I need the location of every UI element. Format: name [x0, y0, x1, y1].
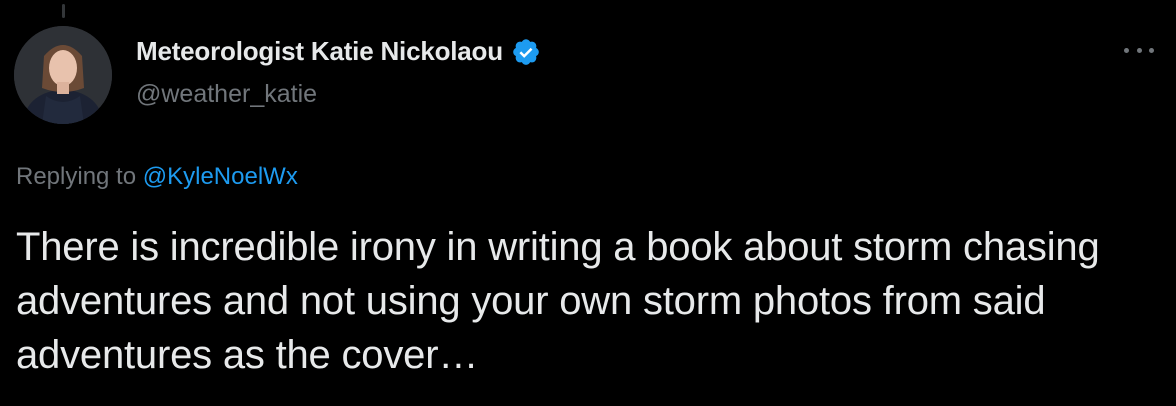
more-dot [1149, 47, 1154, 53]
avatar[interactable] [14, 26, 112, 124]
thread-connector-line [62, 4, 65, 18]
author-name-row: Meteorologist Katie Nickolaou [136, 36, 541, 67]
more-dot [1136, 47, 1142, 53]
avatar-photo [14, 26, 112, 124]
more-options-icon[interactable] [1124, 44, 1154, 56]
more-dot [1124, 47, 1129, 53]
tweet-text: There is incredible irony in writing a b… [16, 225, 1100, 377]
author-handle[interactable]: @weather_katie [136, 80, 317, 109]
replying-to-line: Replying to @KyleNoelWx [16, 163, 298, 191]
author-display-name[interactable]: Meteorologist Katie Nickolaou [136, 36, 503, 67]
replying-to-label: Replying to [16, 163, 137, 190]
verified-badge-icon [511, 37, 541, 67]
reply-mention-link[interactable]: @KyleNoelWx [143, 163, 298, 190]
